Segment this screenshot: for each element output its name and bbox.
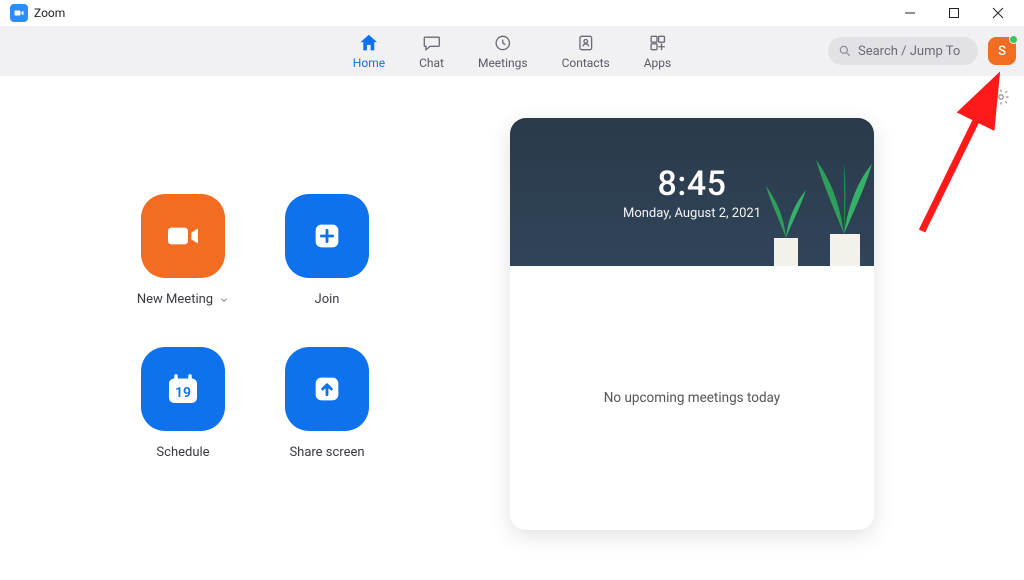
actions-panel: New Meeting Join <box>0 76 510 580</box>
close-button[interactable] <box>976 0 1020 26</box>
avatar-initial: S <box>998 44 1006 59</box>
tab-label: Meetings <box>478 56 528 70</box>
search-input[interactable]: Search / Jump To <box>828 37 978 65</box>
share-screen-action: Share screen <box>257 347 397 460</box>
main-toolbar: Home Chat Meetings Contacts Apps <box>0 26 1024 76</box>
window-title: Zoom <box>34 6 65 20</box>
action-label: New Meeting <box>137 292 213 307</box>
card-time: 8:45 <box>658 164 727 204</box>
presence-indicator <box>1009 35 1018 44</box>
new-meeting-button[interactable] <box>141 194 225 278</box>
main-content: New Meeting Join <box>0 76 1024 580</box>
join-action: Join <box>257 194 397 307</box>
action-label: Schedule <box>156 445 209 460</box>
maximize-button[interactable] <box>932 0 976 26</box>
contacts-icon <box>575 32 597 54</box>
card-hero: 8:45 Monday, August 2, 2021 <box>510 118 874 266</box>
chat-icon <box>421 32 443 54</box>
tab-home[interactable]: Home <box>353 32 385 70</box>
svg-text:19: 19 <box>175 385 191 401</box>
action-label: Share screen <box>289 445 364 460</box>
tab-label: Chat <box>419 56 444 70</box>
schedule-action: 19 Schedule <box>113 347 253 460</box>
card-date: Monday, August 2, 2021 <box>623 206 761 221</box>
tab-label: Apps <box>644 56 672 70</box>
new-meeting-action: New Meeting <box>113 194 253 307</box>
home-icon <box>358 32 380 54</box>
minimize-button[interactable] <box>888 0 932 26</box>
clock-icon <box>492 32 514 54</box>
schedule-button[interactable]: 19 <box>141 347 225 431</box>
share-screen-button[interactable] <box>285 347 369 431</box>
calendar-icon: 19 <box>162 368 204 410</box>
search-icon <box>838 44 852 58</box>
tab-label: Contacts <box>562 56 610 70</box>
tab-meetings[interactable]: Meetings <box>478 32 528 70</box>
window-titlebar: Zoom <box>0 0 1024 26</box>
action-label: Join <box>315 292 340 307</box>
plant-decoration <box>814 156 874 266</box>
nav-tabs: Home Chat Meetings Contacts Apps <box>353 32 671 70</box>
plus-icon <box>310 219 344 253</box>
tab-contacts[interactable]: Contacts <box>562 32 610 70</box>
join-button[interactable] <box>285 194 369 278</box>
empty-state-text: No upcoming meetings today <box>604 390 780 406</box>
card-body: No upcoming meetings today <box>510 266 874 530</box>
chevron-down-icon[interactable] <box>219 295 229 305</box>
zoom-app-icon <box>10 4 28 22</box>
plant-decoration <box>758 176 814 266</box>
arrow-up-icon <box>310 372 344 406</box>
profile-avatar[interactable]: S <box>988 37 1016 65</box>
settings-button[interactable] <box>992 88 1010 110</box>
tab-apps[interactable]: Apps <box>644 32 672 70</box>
video-icon <box>163 216 203 256</box>
apps-icon <box>646 32 668 54</box>
info-card: 8:45 Monday, August 2, 2021 No upcoming … <box>510 118 874 530</box>
gear-icon <box>992 88 1010 106</box>
tab-chat[interactable]: Chat <box>419 32 444 70</box>
search-placeholder: Search / Jump To <box>858 44 960 59</box>
tab-label: Home <box>353 56 385 70</box>
